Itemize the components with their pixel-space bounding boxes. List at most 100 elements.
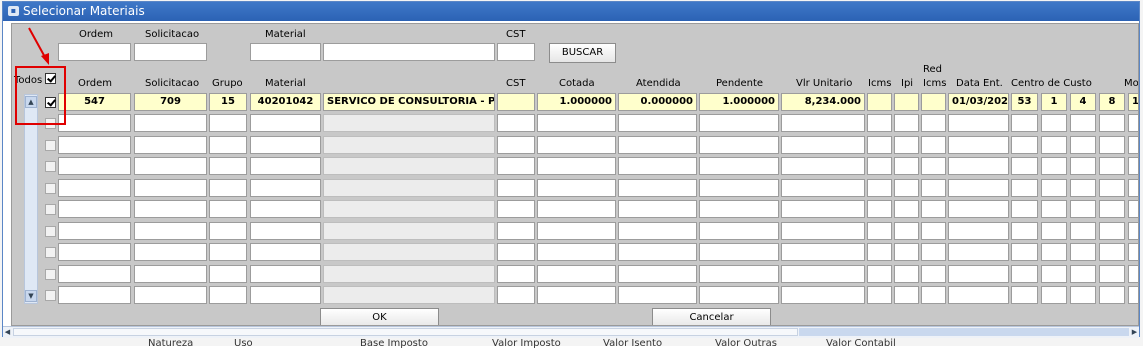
table-cell[interactable] xyxy=(1099,157,1125,175)
table-cell[interactable] xyxy=(618,222,697,240)
table-cell[interactable] xyxy=(894,200,919,218)
table-cell[interactable] xyxy=(323,243,495,261)
table-cell[interactable] xyxy=(58,179,131,197)
table-cell[interactable] xyxy=(209,157,247,175)
table-cell[interactable] xyxy=(58,200,131,218)
table-cell[interactable] xyxy=(1128,286,1138,304)
table-cell[interactable] xyxy=(1099,286,1125,304)
table-cell[interactable] xyxy=(250,114,321,132)
row-select-checkbox[interactable] xyxy=(45,161,56,172)
table-cell[interactable] xyxy=(1099,243,1125,261)
table-cell[interactable] xyxy=(134,286,207,304)
cell-centro-custo-1[interactable]: 53 xyxy=(1011,93,1038,111)
table-cell[interactable] xyxy=(921,200,946,218)
table-cell[interactable] xyxy=(537,136,616,154)
cell-material[interactable]: 40201042 xyxy=(250,93,321,111)
table-cell[interactable] xyxy=(781,243,865,261)
table-cell[interactable] xyxy=(323,136,495,154)
table-cell[interactable] xyxy=(1041,179,1067,197)
table-cell[interactable] xyxy=(894,286,919,304)
table-cell[interactable] xyxy=(497,179,535,197)
table-cell[interactable] xyxy=(1011,200,1038,218)
table-cell[interactable] xyxy=(894,243,919,261)
table-cell[interactable] xyxy=(699,243,779,261)
table-cell[interactable] xyxy=(867,286,892,304)
cell-grupo[interactable]: 15 xyxy=(209,93,247,111)
buscar-button[interactable]: BUSCAR xyxy=(549,43,616,63)
table-cell[interactable] xyxy=(134,243,207,261)
table-cell[interactable] xyxy=(948,265,1009,283)
cell-ipi[interactable] xyxy=(894,93,919,111)
table-cell[interactable] xyxy=(58,286,131,304)
table-cell[interactable] xyxy=(1128,265,1138,283)
table-cell[interactable] xyxy=(1011,222,1038,240)
table-cell[interactable] xyxy=(894,222,919,240)
table-cell[interactable] xyxy=(1070,222,1096,240)
table-cell[interactable] xyxy=(894,265,919,283)
table-cell[interactable] xyxy=(1128,243,1138,261)
table-cell[interactable] xyxy=(894,179,919,197)
table-cell[interactable] xyxy=(209,286,247,304)
table-cell[interactable] xyxy=(1011,286,1038,304)
table-cell[interactable] xyxy=(58,243,131,261)
table-cell[interactable] xyxy=(209,179,247,197)
table-cell[interactable] xyxy=(699,265,779,283)
cell-solicitacao[interactable]: 709 xyxy=(134,93,207,111)
table-cell[interactable] xyxy=(58,114,131,132)
table-cell[interactable] xyxy=(1128,114,1138,132)
table-cell[interactable] xyxy=(1099,222,1125,240)
table-cell[interactable] xyxy=(1099,136,1125,154)
cell-vlr-unitario[interactable]: 8,234.000 xyxy=(781,93,865,111)
scroll-thumb[interactable] xyxy=(13,328,798,336)
table-cell[interactable] xyxy=(134,136,207,154)
table-cell[interactable] xyxy=(1128,222,1138,240)
table-cell[interactable] xyxy=(867,222,892,240)
search-cst-input[interactable] xyxy=(497,43,535,61)
table-cell[interactable] xyxy=(618,157,697,175)
table-cell[interactable] xyxy=(497,286,535,304)
table-cell[interactable] xyxy=(537,286,616,304)
table-cell[interactable] xyxy=(948,286,1009,304)
table-cell[interactable] xyxy=(497,222,535,240)
table-cell[interactable] xyxy=(618,114,697,132)
table-cell[interactable] xyxy=(58,157,131,175)
table-cell[interactable] xyxy=(781,136,865,154)
row-select-checkbox[interactable] xyxy=(45,140,56,151)
table-cell[interactable] xyxy=(867,265,892,283)
table-cell[interactable] xyxy=(1041,157,1067,175)
table-cell[interactable] xyxy=(1128,157,1138,175)
table-cell[interactable] xyxy=(948,114,1009,132)
table-cell[interactable] xyxy=(134,157,207,175)
table-cell[interactable] xyxy=(781,222,865,240)
table-cell[interactable] xyxy=(134,179,207,197)
table-cell[interactable] xyxy=(921,136,946,154)
cell-descricao[interactable]: SERVICO DE CONSULTORIA - P& xyxy=(323,93,495,111)
table-cell[interactable] xyxy=(618,179,697,197)
table-cell[interactable] xyxy=(618,200,697,218)
table-cell[interactable] xyxy=(948,243,1009,261)
table-cell[interactable] xyxy=(699,179,779,197)
table-cell[interactable] xyxy=(1099,179,1125,197)
table-cell[interactable] xyxy=(209,265,247,283)
table-cell[interactable] xyxy=(1070,157,1096,175)
table-cell[interactable] xyxy=(323,114,495,132)
scroll-track[interactable] xyxy=(799,328,1129,336)
table-cell[interactable] xyxy=(537,222,616,240)
table-cell[interactable] xyxy=(1070,200,1096,218)
table-cell[interactable] xyxy=(250,265,321,283)
table-cell[interactable] xyxy=(1011,179,1038,197)
table-cell[interactable] xyxy=(250,179,321,197)
table-cell[interactable] xyxy=(781,200,865,218)
table-cell[interactable] xyxy=(948,157,1009,175)
row-select-checkbox[interactable] xyxy=(45,183,56,194)
search-material-code-input[interactable] xyxy=(250,43,321,61)
table-cell[interactable] xyxy=(948,222,1009,240)
cell-red-icms[interactable] xyxy=(921,93,946,111)
table-cell[interactable] xyxy=(1011,136,1038,154)
table-cell[interactable] xyxy=(497,265,535,283)
table-cell[interactable] xyxy=(537,265,616,283)
row-select-checkbox[interactable] xyxy=(45,226,56,237)
scroll-right-icon[interactable]: ▶ xyxy=(1130,327,1139,337)
title-bar[interactable]: ▪ Selecionar Materiais xyxy=(3,2,1139,21)
table-cell[interactable] xyxy=(699,200,779,218)
